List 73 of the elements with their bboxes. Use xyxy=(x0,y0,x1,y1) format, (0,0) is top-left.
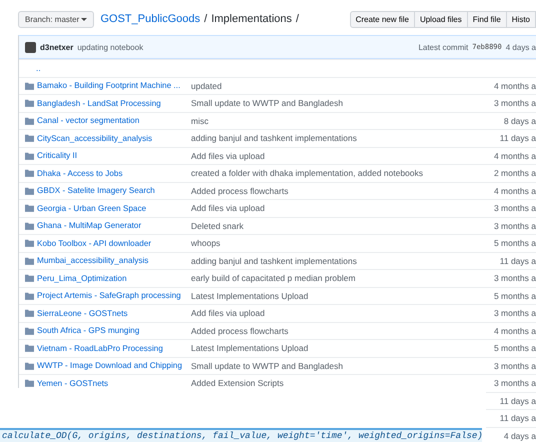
latest-commit-label: Latest commit xyxy=(418,42,468,52)
toolbar-button[interactable]: Create new file xyxy=(350,10,415,28)
commit-message: updating notebook xyxy=(77,42,144,52)
commit-message: whoops xyxy=(191,238,222,248)
folder-link[interactable]: Project Artemis - SafeGraph processing xyxy=(37,291,187,300)
commit-message: Added Extension Scripts xyxy=(191,378,285,388)
commit-age: 4 months a xyxy=(494,186,536,196)
commit-message: Add files via upload xyxy=(191,150,266,161)
folder-name: Implementations xyxy=(211,13,292,25)
commit-age: 8 days a xyxy=(504,116,536,126)
folder-link[interactable]: Ghana - MultiMap Generator xyxy=(37,221,187,230)
repo-link[interactable]: GOST_PublicGoods xyxy=(100,13,200,25)
folder-link[interactable]: Kobo Toolbox - API downloader xyxy=(37,238,187,248)
parent-directory-link[interactable]: .. xyxy=(36,63,41,74)
commit-age: 3 months a xyxy=(494,378,536,388)
commit-age: 11 days a xyxy=(500,133,536,144)
folder-link[interactable]: Bangladesh - LandSat Processing xyxy=(37,98,187,108)
breadcrumb-separator: / xyxy=(204,13,208,25)
commit-message: updated xyxy=(191,80,223,91)
commit-age: 4 days a xyxy=(504,430,536,441)
folder-link[interactable]: South Africa - GPS munging xyxy=(37,326,187,336)
folder-link[interactable]: Yemen - GOSTnets xyxy=(37,378,187,388)
folder-link[interactable]: CityScan_accessibility_analysis xyxy=(37,134,187,143)
commit-message: adding banjul and tashkent implementations xyxy=(191,133,358,144)
toolbar-button[interactable]: Upload files xyxy=(414,10,468,28)
commit-age: 3 months a xyxy=(494,98,536,108)
folder-link[interactable]: Mumbai_accessibility_analysis xyxy=(37,256,187,266)
commit-message: Small update to WWTP and Bangladesh xyxy=(191,360,344,371)
commit-age: 4 months a xyxy=(494,326,536,336)
commit-message: Add files via upload xyxy=(191,203,266,214)
commit-message: misc xyxy=(191,116,210,126)
branch-button[interactable]: Branch: master xyxy=(18,10,94,28)
commit-message: created a folder with dhaka implementation, added notebooks xyxy=(191,168,424,178)
commit-message: Added process flowcharts xyxy=(191,186,290,196)
commit-age: 3 months a xyxy=(494,220,536,231)
commit-age: 3 months a xyxy=(494,273,536,284)
avatar-icon xyxy=(25,42,36,52)
breadcrumb-separator: / xyxy=(296,13,299,25)
commit-age: 2 months a xyxy=(494,168,536,178)
commit-message: Add files via upload xyxy=(191,308,266,318)
toolbar-button[interactable]: Find file xyxy=(466,10,507,28)
commit-age: 4 months a xyxy=(494,80,536,91)
commit-age: 5 months a xyxy=(494,290,536,301)
commit-age: 3 months a xyxy=(494,308,536,318)
commit-age: 11 days a xyxy=(500,396,536,406)
commit-message: early build of capacitated p median problem xyxy=(191,273,356,284)
commit-message: Small update to WWTP and Bangladesh xyxy=(191,98,344,108)
folder-link[interactable]: Canal - vector segmentation xyxy=(37,116,187,126)
folder-link[interactable]: Bamako - Building Footprint Machine ... xyxy=(37,81,187,90)
commit-message: Latest Implementations Upload xyxy=(191,343,310,354)
commit-message: Added process flowcharts xyxy=(191,326,290,336)
folder-link[interactable]: Dhaka - Access to Jobs xyxy=(37,168,187,178)
caret-icon xyxy=(81,18,88,24)
commit-age: 3 months a xyxy=(494,203,536,214)
commit-message: Latest Implementations Upload xyxy=(191,290,310,301)
commit-age: 5 months a xyxy=(494,238,536,248)
author-link[interactable]: d3netxer xyxy=(40,42,74,52)
commit-message: adding banjul and tashkent implementations xyxy=(191,256,358,266)
commit-age: 4 months a xyxy=(494,150,536,161)
commit-age: 4 days a xyxy=(506,42,536,52)
folder-link[interactable]: GBDX - Satelite Imagery Search xyxy=(37,186,187,196)
folder-link[interactable]: Criticality II xyxy=(37,151,187,160)
commit-age: 3 months a xyxy=(494,360,536,371)
commit-age: 11 days a xyxy=(500,413,536,424)
folder-link[interactable]: Georgia - Urban Green Space xyxy=(37,204,187,213)
folder-link[interactable]: Vietnam - RoadLabPro Processing xyxy=(37,344,187,353)
folder-link[interactable]: SierraLeone - GOSTnets xyxy=(37,308,187,318)
commit-message: Deleted snark xyxy=(191,220,244,231)
folder-link[interactable]: Peru_Lima_Optimization xyxy=(37,274,187,283)
commit-age: 11 days a xyxy=(500,256,536,266)
folder-link[interactable]: WWTP - Image Download and Chipping xyxy=(37,361,187,370)
commit-age: 5 months a xyxy=(494,343,536,354)
toolbar-button[interactable]: Histo xyxy=(506,10,536,28)
